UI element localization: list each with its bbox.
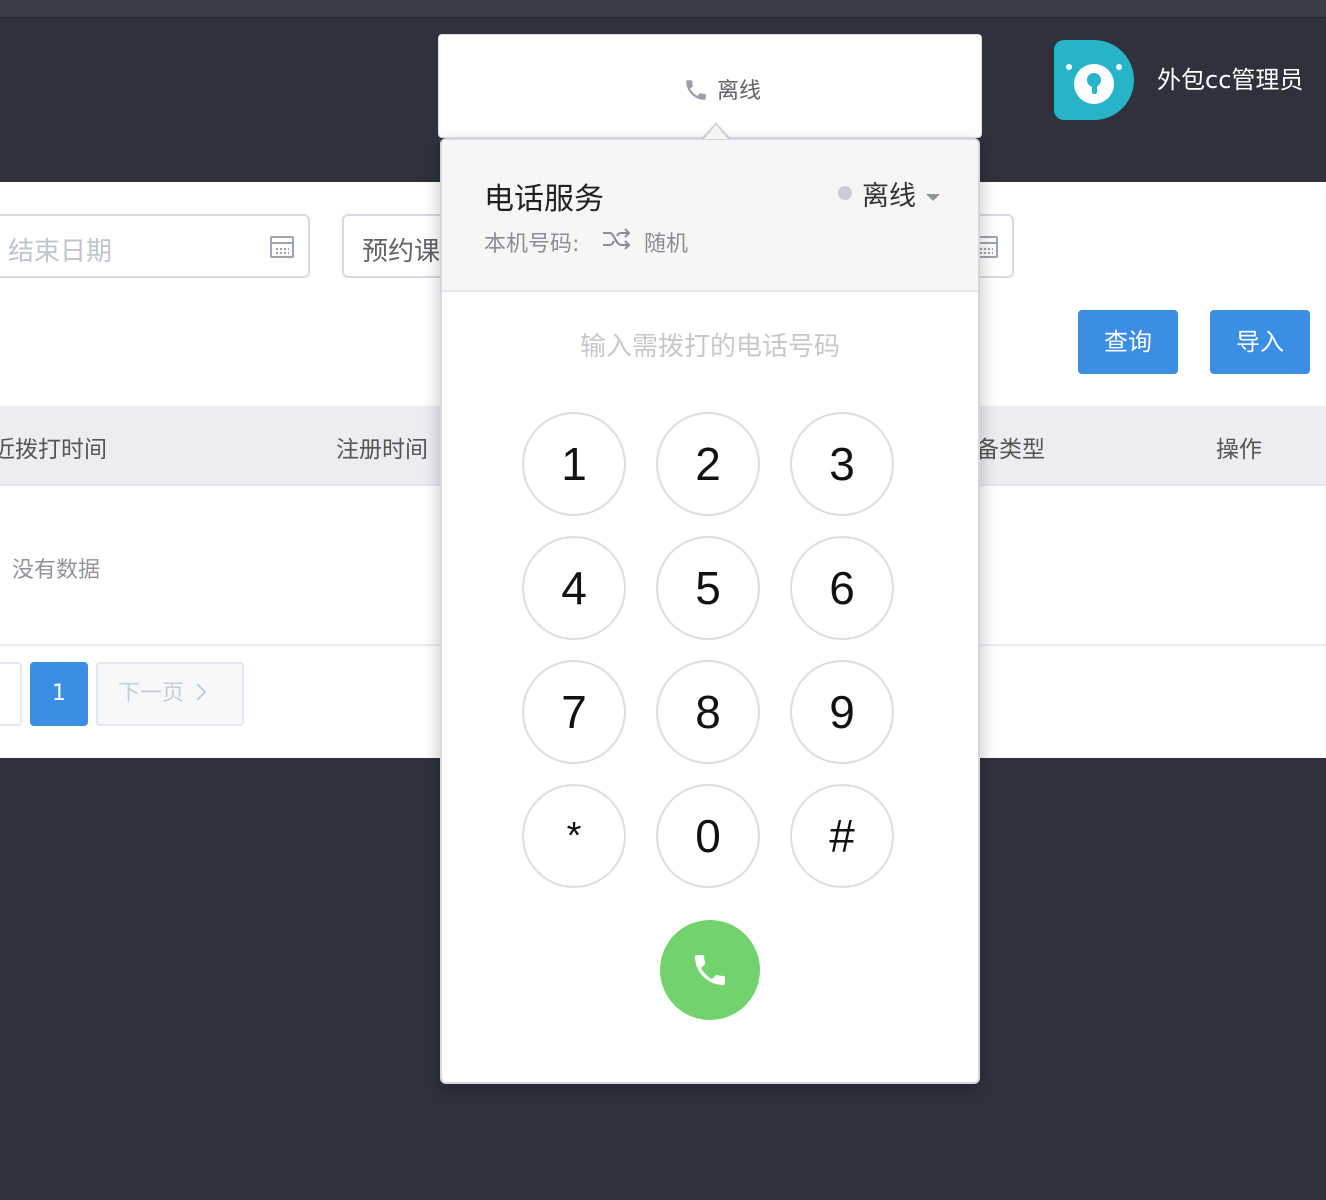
appointment-select-value: 预约课 bbox=[362, 237, 441, 267]
call-button[interactable] bbox=[660, 920, 760, 1020]
dial-key-8[interactable]: 8 bbox=[656, 660, 760, 764]
column-header-last-call-time[interactable]: 近拨打时间 bbox=[0, 430, 107, 464]
empty-text: 没有数据 bbox=[12, 558, 101, 583]
next-page-button[interactable]: 下一页 bbox=[96, 662, 244, 726]
dial-key-3[interactable]: 3 bbox=[790, 412, 894, 516]
column-header-register-time[interactable]: 注册时间 bbox=[336, 430, 428, 464]
dial-key-2[interactable]: 2 bbox=[656, 412, 760, 516]
avatar-eye-right bbox=[1116, 64, 1122, 70]
dial-key-9[interactable]: 9 bbox=[790, 660, 894, 764]
phone-status-label: 离线 bbox=[717, 79, 762, 104]
dial-key-1[interactable]: 1 bbox=[522, 412, 626, 516]
column-header-actions: 操作 bbox=[1216, 437, 1262, 463]
dial-key-hash[interactable]: # bbox=[790, 784, 894, 888]
end-date-placeholder: 结束日期 bbox=[8, 237, 113, 267]
avatar-eye-left bbox=[1066, 64, 1072, 70]
previous-page-button[interactable] bbox=[0, 662, 22, 726]
chevron-right-icon bbox=[189, 683, 207, 701]
next-page-label: 下一页 bbox=[118, 681, 185, 706]
local-number-label: 本机号码: bbox=[484, 232, 580, 257]
status-dot-icon bbox=[838, 186, 852, 200]
phone-number-input[interactable]: 输入需拨打的电话号码 bbox=[442, 326, 978, 363]
import-button[interactable]: 导入 bbox=[1210, 310, 1310, 374]
popover-arrow-inner bbox=[704, 125, 728, 139]
number-mode-label[interactable]: 随机 bbox=[644, 226, 688, 258]
caret-down-icon[interactable] bbox=[926, 194, 940, 201]
query-button[interactable]: 查询 bbox=[1078, 310, 1178, 374]
dial-key-5[interactable]: 5 bbox=[656, 536, 760, 640]
phone-icon bbox=[695, 955, 725, 985]
dial-key-star[interactable]: * bbox=[522, 784, 626, 888]
dial-key-4[interactable]: 4 bbox=[522, 536, 626, 640]
phone-dial-panel: 电话服务 离线 本机号码: 随机 输入需拨打的电话号码 1 2 3 4 5 6 … bbox=[440, 138, 980, 1084]
user-name[interactable]: 外包cc管理员 bbox=[1157, 60, 1303, 95]
current-page-button[interactable]: 1 bbox=[30, 662, 88, 726]
dial-key-6[interactable]: 6 bbox=[790, 536, 894, 640]
shuffle-icon bbox=[603, 228, 631, 250]
dial-key-0[interactable]: 0 bbox=[656, 784, 760, 888]
dial-key-7[interactable]: 7 bbox=[522, 660, 626, 764]
phone-panel-header: 电话服务 离线 本机号码: 随机 bbox=[442, 140, 978, 292]
avatar[interactable] bbox=[1054, 40, 1134, 120]
avatar-keyhole-slot bbox=[1092, 82, 1097, 94]
phone-panel-title: 电话服务 bbox=[484, 182, 604, 217]
window-top-strip bbox=[0, 0, 1326, 18]
calendar-icon bbox=[270, 236, 294, 258]
phone-icon bbox=[686, 80, 706, 100]
column-header-device-type[interactable]: 备类型 bbox=[976, 430, 1045, 464]
end-date-input[interactable]: 结束日期 bbox=[0, 214, 310, 278]
status-dropdown[interactable]: 离线 bbox=[862, 174, 916, 213]
